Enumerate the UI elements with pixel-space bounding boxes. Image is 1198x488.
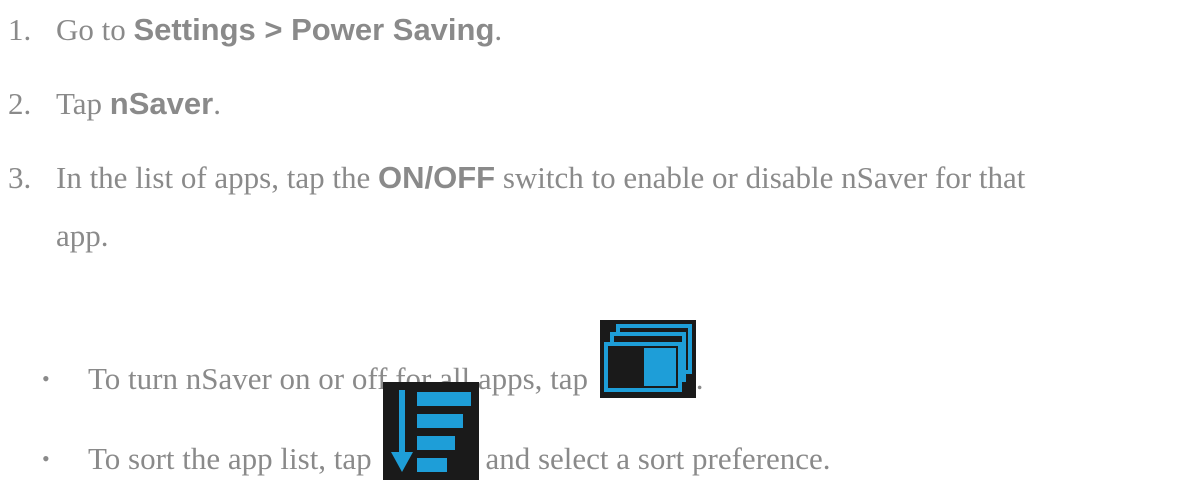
step-2: 2. Tap nSaver. xyxy=(8,78,221,130)
step-bold-text: nSaver xyxy=(109,86,214,121)
step-bold-text: ON/OFF xyxy=(378,160,496,195)
step-1: 1. Go to Settings > Power Saving. xyxy=(8,4,502,56)
step-text-end: switch to enable or disable nSaver for t… xyxy=(495,160,1026,195)
bullet-text-end: and select a sort preference. xyxy=(485,441,831,477)
step-text-end: . xyxy=(213,86,221,121)
bullet-marker: • xyxy=(42,446,50,471)
bullet-sort-list: • To sort the app list, tap and select a … xyxy=(42,374,831,488)
step-text: Go to xyxy=(56,12,134,47)
step-text-end: . xyxy=(494,12,503,47)
step-number: 1. xyxy=(8,12,32,47)
sort-list-icon xyxy=(379,374,485,488)
step-bold-text: Settings > Power Saving xyxy=(133,12,495,47)
step-3-continuation: app. xyxy=(56,218,109,253)
step-text: In the list of apps, tap the xyxy=(56,160,378,195)
step-3: 3. In the list of apps, tap the ON/OFF sw… xyxy=(8,152,1025,204)
step-number: 2. xyxy=(8,86,32,121)
bullet-text: To sort the app list, tap xyxy=(88,441,380,477)
step-number: 3. xyxy=(8,160,32,195)
step-text: Tap xyxy=(56,86,110,121)
